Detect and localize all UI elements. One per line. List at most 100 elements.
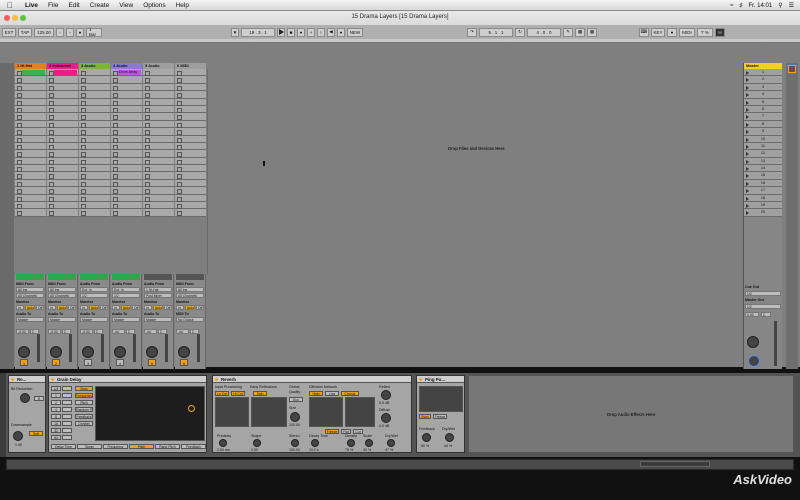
clip-slot[interactable] bbox=[15, 69, 46, 77]
clip-slot[interactable] bbox=[175, 135, 206, 143]
clip-slot[interactable] bbox=[47, 142, 78, 151]
clip-slot[interactable] bbox=[143, 91, 174, 99]
output-select[interactable]: No Output bbox=[176, 317, 204, 322]
grain-target-button[interactable]: Frequency bbox=[75, 393, 93, 398]
clip-slot[interactable] bbox=[175, 194, 206, 203]
clip-slot[interactable] bbox=[143, 157, 174, 166]
grain-division-toggle[interactable] bbox=[62, 386, 72, 391]
scene-launch-icon[interactable] bbox=[746, 71, 749, 75]
clip-slot[interactable] bbox=[143, 194, 174, 203]
drop-files-zone[interactable]: Drop Files and Devices Here bbox=[207, 69, 740, 274]
cue-out-select[interactable]: 1/2 bbox=[745, 291, 781, 296]
clip-slot[interactable] bbox=[47, 76, 78, 84]
size-knob[interactable] bbox=[290, 412, 300, 422]
output-select[interactable]: Master bbox=[48, 317, 76, 322]
clip-slot[interactable] bbox=[111, 98, 142, 106]
grain-axis-button[interactable]: Delay Time bbox=[51, 444, 76, 449]
monitor-in-button[interactable]: In bbox=[48, 305, 56, 310]
clip-slot[interactable] bbox=[15, 135, 46, 143]
clip-slot[interactable] bbox=[79, 194, 110, 203]
reverb-param-knob[interactable] bbox=[311, 439, 319, 447]
grain-division-button[interactable]: 1 bbox=[51, 393, 61, 398]
ping-pong-feedback-knob[interactable] bbox=[422, 433, 431, 442]
clip-slot[interactable] bbox=[15, 202, 46, 210]
clip-slot[interactable]: Drum Array bbox=[111, 69, 142, 77]
input-source-select[interactable]: Ext. In bbox=[112, 287, 140, 292]
volume-fader[interactable] bbox=[37, 334, 40, 362]
scene-launch-icon[interactable] bbox=[746, 78, 749, 83]
clip-slot[interactable] bbox=[143, 69, 174, 77]
clip-slot[interactable] bbox=[15, 150, 46, 158]
monitor-off-button[interactable]: Off bbox=[164, 305, 172, 310]
scene-row[interactable]: 16 bbox=[744, 179, 782, 188]
clip-slot[interactable] bbox=[79, 142, 110, 151]
quality-select[interactable]: Eco bbox=[289, 397, 303, 402]
scene-launch-toggle[interactable] bbox=[788, 65, 796, 73]
scene-row[interactable]: 15 bbox=[744, 172, 782, 180]
redux-title[interactable]: Re... bbox=[9, 376, 45, 383]
pan-knob[interactable] bbox=[82, 346, 94, 358]
clip-slot[interactable] bbox=[175, 187, 206, 195]
input-source-select[interactable]: All Ins bbox=[48, 287, 76, 292]
grain-division-button[interactable]: 16 bbox=[51, 421, 61, 426]
monitor-off-button[interactable]: Off bbox=[100, 305, 108, 310]
monitor-in-button[interactable]: In bbox=[80, 305, 88, 310]
clip-slot[interactable] bbox=[143, 113, 174, 121]
ping-pong-filter-display[interactable] bbox=[419, 386, 463, 412]
clip-slot[interactable] bbox=[143, 135, 174, 143]
monitor-off-button[interactable]: Off bbox=[68, 305, 76, 310]
clip-slot[interactable] bbox=[47, 98, 78, 106]
monitor-in-button[interactable]: In bbox=[112, 305, 120, 310]
scene-launch-icon[interactable] bbox=[746, 174, 749, 179]
clip-slot[interactable] bbox=[47, 172, 78, 180]
scene-row[interactable]: 11 bbox=[744, 142, 782, 151]
scene-launch-icon[interactable] bbox=[746, 152, 749, 157]
volume-icon[interactable]: ♯ bbox=[740, 3, 743, 9]
clip-slot[interactable] bbox=[143, 202, 174, 210]
master-out-select[interactable]: 1/2 bbox=[745, 304, 781, 309]
computer-keyboard-button[interactable]: ⌨ bbox=[639, 27, 649, 37]
clip-slot[interactable] bbox=[175, 202, 206, 210]
high-button[interactable]: High bbox=[309, 391, 323, 396]
grain-division-button[interactable]: 4 bbox=[51, 407, 61, 412]
clip[interactable] bbox=[54, 70, 77, 75]
master-pan-knob[interactable] bbox=[747, 336, 759, 348]
clip-slot[interactable] bbox=[111, 179, 142, 188]
clip-slot[interactable] bbox=[79, 128, 110, 136]
clip-slot[interactable] bbox=[47, 113, 78, 121]
clip-slot[interactable] bbox=[15, 83, 46, 92]
nudge-down-button[interactable]: ‹ bbox=[56, 27, 64, 37]
monitor-off-button[interactable]: Off bbox=[196, 305, 204, 310]
tempo-field[interactable]: 125.00 bbox=[34, 27, 54, 37]
scene-row[interactable]: 13 bbox=[744, 157, 782, 166]
output-select[interactable]: Master bbox=[16, 317, 44, 322]
scene-row[interactable]: 17 bbox=[744, 187, 782, 195]
clip-slot[interactable] bbox=[15, 179, 46, 188]
scene-launch-icon[interactable] bbox=[746, 107, 749, 112]
input-source-select[interactable]: 1 Hi-Hat bbox=[144, 287, 172, 292]
clip-stop-button[interactable] bbox=[112, 274, 140, 280]
grain-division-toggle[interactable] bbox=[62, 407, 72, 412]
clip-slot[interactable] bbox=[47, 105, 78, 114]
clip-slot[interactable] bbox=[47, 209, 78, 217]
clip-slot[interactable] bbox=[111, 113, 142, 121]
spin-button[interactable]: Spin bbox=[253, 391, 267, 396]
lo-cut-button[interactable]: Lo Cut bbox=[215, 391, 229, 396]
early-reflections-display[interactable] bbox=[251, 397, 287, 427]
clip-slot[interactable] bbox=[175, 128, 206, 136]
clip-slot[interactable] bbox=[79, 150, 110, 158]
menu-create[interactable]: Create bbox=[85, 2, 115, 9]
monitor-auto-button[interactable]: Auto bbox=[25, 305, 35, 310]
low-button[interactable]: Low bbox=[325, 391, 339, 396]
chorus-display[interactable] bbox=[345, 397, 375, 427]
clip-slot[interactable] bbox=[143, 142, 174, 151]
clip-slot[interactable] bbox=[175, 113, 206, 121]
clip[interactable] bbox=[22, 70, 45, 75]
reverb-param-knob[interactable] bbox=[219, 439, 227, 447]
track-volume[interactable]: -5.90 bbox=[48, 329, 61, 334]
scene-launch-icon[interactable] bbox=[746, 100, 749, 105]
monitor-in-button[interactable]: In bbox=[16, 305, 24, 310]
monitor-off-button[interactable]: Off bbox=[36, 305, 44, 310]
clip-slot[interactable] bbox=[47, 91, 78, 99]
clip-slot[interactable] bbox=[79, 83, 110, 92]
